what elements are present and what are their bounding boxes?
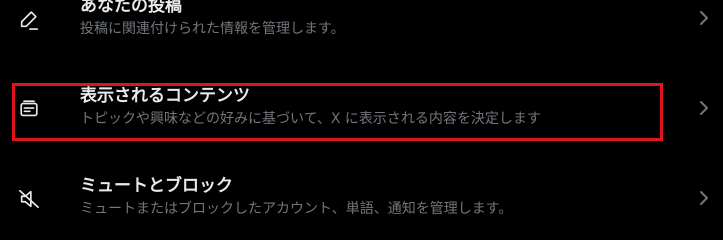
content-feed-icon: [18, 98, 40, 120]
settings-item-content-you-see[interactable]: 表示されるコンテンツ トピックや興味などの好みに基づいて、X に表示される内容を…: [0, 78, 723, 138]
settings-item-description: 投稿に関連付けられた情報を管理します。: [80, 21, 345, 37]
settings-item-title: 表示されるコンテンツ: [80, 86, 250, 106]
settings-item-description: トピックや興味などの好みに基づいて、X に表示される内容を決定します: [80, 111, 541, 127]
chevron-right-icon: [697, 189, 711, 207]
settings-item-title: あなたの投稿: [80, 0, 182, 16]
settings-item-your-posts[interactable]: あなたの投稿 投稿に関連付けられた情報を管理します。: [0, 0, 723, 48]
settings-list: あなたの投稿 投稿に関連付けられた情報を管理します。 表示されるコンテンツ トピ…: [0, 0, 723, 224]
mute-speaker-icon: [18, 188, 40, 210]
settings-item-mute-and-block[interactable]: ミュートとブロック ミュートまたはブロックしたアカウント、単語、通知を管理します…: [0, 168, 723, 228]
settings-item-description: ミュートまたはブロックしたアカウント、単語、通知を管理します。: [80, 201, 513, 217]
settings-item-title: ミュートとブロック: [80, 176, 233, 196]
pencil-icon: [18, 8, 40, 30]
chevron-right-icon: [697, 9, 711, 27]
chevron-right-icon: [697, 99, 711, 117]
